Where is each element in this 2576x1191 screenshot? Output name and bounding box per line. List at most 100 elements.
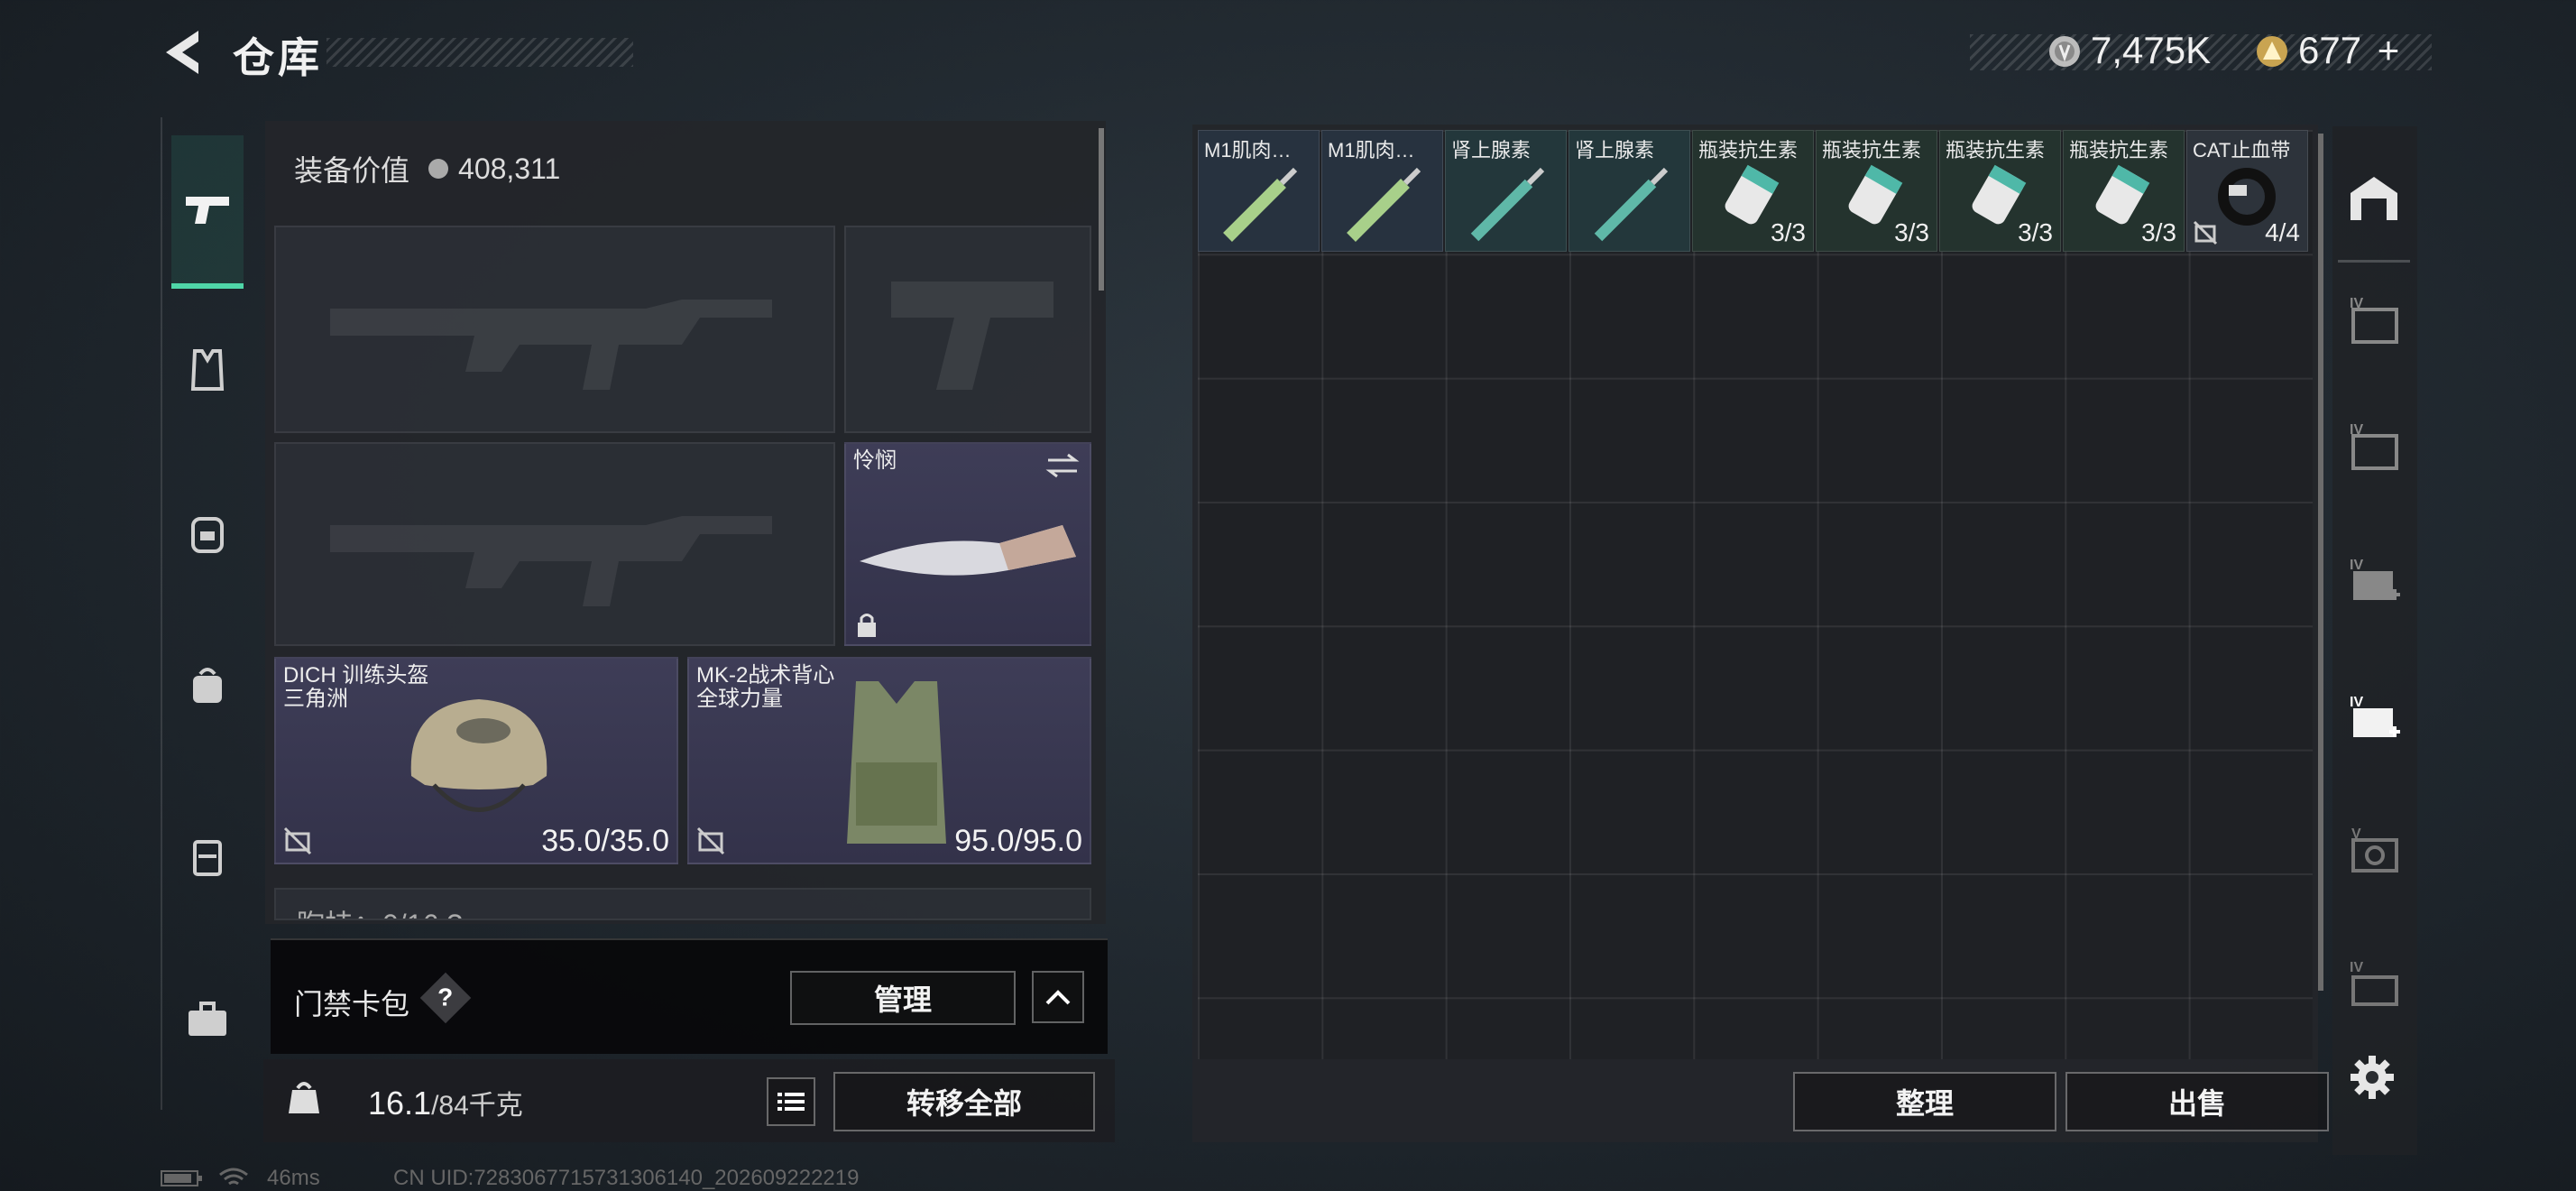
svg-text:IV: IV — [2350, 960, 2363, 975]
add-currency-button[interactable]: + — [2378, 29, 2400, 71]
svg-text:V: V — [2351, 826, 2361, 842]
helmet-durability: 35.0/35.0 — [541, 824, 669, 858]
nav-weapons[interactable] — [171, 135, 244, 289]
inventory-item[interactable]: 瓶装抗生素 3/3 — [2063, 130, 2185, 252]
nav-toolbox[interactable] — [171, 983, 244, 1056]
secondary-weapon-slot[interactable] — [844, 226, 1091, 433]
container-tab-6[interactable]: IV — [2338, 944, 2410, 1025]
bag-icon — [193, 668, 222, 703]
container-6-icon: IV — [2350, 960, 2398, 1006]
container-tab-1[interactable]: IV — [2338, 280, 2410, 361]
inventory-item[interactable]: 瓶装抗生素 3/3 — [1816, 130, 1937, 252]
container-4-icon: IV — [2350, 695, 2400, 737]
helmet-faction: 三角洲 — [283, 687, 348, 711]
inventory-item[interactable]: M1肌肉… — [1198, 130, 1320, 252]
inventory-item[interactable]: 瓶装抗生素 3/3 — [1939, 130, 2061, 252]
inventory-item[interactable]: M1肌肉… — [1321, 130, 1443, 252]
chevron-up-icon — [1045, 990, 1071, 1005]
weight-current: 16.1 — [368, 1085, 432, 1122]
no-insure-icon — [283, 826, 312, 855]
pill-bottle-icon — [2095, 164, 2150, 225]
container-tab-4[interactable]: IV — [2338, 679, 2410, 760]
adrenaline-icon — [1470, 167, 1545, 242]
item-count: 3/3 — [1771, 218, 1806, 246]
sell-button[interactable]: 出售 — [2065, 1072, 2329, 1131]
back-arrow-icon[interactable] — [159, 27, 207, 78]
primary-weapon-slot[interactable] — [274, 226, 835, 433]
vest-name: MK-2战术背心 — [696, 663, 835, 688]
inventory-scrollbar[interactable] — [2318, 134, 2323, 991]
no-insure-icon — [2193, 220, 2218, 245]
inventory-grid — [1198, 130, 2313, 1059]
help-glyph: ? — [437, 983, 454, 1011]
settings-button[interactable] — [2349, 1054, 2396, 1105]
vest-faction: 全球力量 — [696, 687, 783, 711]
vest-durability: 95.0/95.0 — [954, 824, 1082, 858]
panel-scrollbar[interactable] — [1099, 128, 1104, 291]
helmet-name: DICH 训练头盔 — [283, 663, 429, 688]
manage-button[interactable]: 管理 — [790, 971, 1016, 1025]
item-name: 瓶装抗生素 — [1698, 139, 1799, 162]
ping-readout: 46ms — [267, 1166, 320, 1190]
equipment-sidenav — [161, 117, 251, 1110]
currency-gold-value: 677 — [2298, 29, 2362, 71]
pistol-icon — [186, 197, 229, 224]
chest-rig-label: 胸挂：0/16 ? — [296, 902, 463, 919]
wifi-icon — [218, 1166, 249, 1191]
gear-icon — [2351, 1056, 2394, 1099]
container-2-icon: IV — [2350, 422, 2398, 470]
equipment-value: 装备价值 408,311 — [294, 148, 560, 189]
item-name: 瓶装抗生素 — [1822, 139, 1922, 162]
knife-icon — [860, 525, 1076, 576]
nav-armor[interactable] — [171, 334, 244, 406]
helmet-slot[interactable]: DICH 训练头盔 三角洲 35.0/35.0 — [274, 657, 678, 864]
nav-backpack[interactable] — [171, 496, 244, 568]
vest-slot[interactable]: MK-2战术背心 全球力量 95.0/95.0 — [687, 657, 1091, 864]
no-insure-icon — [696, 826, 725, 855]
container-tab-5[interactable]: V — [2338, 810, 2410, 891]
helmet-icon — [410, 699, 547, 812]
svg-text:IV: IV — [2350, 695, 2363, 710]
inventory-item[interactable]: CAT止血带 4/4 — [2186, 130, 2308, 252]
uid-readout: CN UID:7283067715731306140_202609222219 — [393, 1166, 860, 1190]
case-icon — [193, 840, 222, 876]
syringe-icon — [1347, 167, 1421, 242]
backpack-icon — [191, 517, 224, 553]
nav-bag[interactable] — [171, 650, 244, 722]
svg-text:IV: IV — [2350, 296, 2363, 311]
item-count: 3/3 — [1894, 218, 1929, 246]
warehouse-tab[interactable] — [2338, 158, 2410, 239]
collapse-button[interactable] — [1032, 971, 1084, 1023]
melee-slot[interactable]: 怜悯 — [844, 442, 1091, 646]
item-name: M1肌肉… — [1328, 139, 1415, 162]
inventory-item[interactable]: 肾上腺素 — [1569, 130, 1690, 252]
currency-gold: 677 + — [2298, 29, 2399, 72]
inventory-item[interactable]: 瓶装抗生素 3/3 — [1692, 130, 1814, 252]
adrenaline-icon — [1594, 167, 1669, 242]
item-name: 瓶装抗生素 — [1946, 139, 2046, 162]
gold-coin-icon — [2255, 34, 2289, 69]
weight-readout: 16.1/84千克 — [368, 1083, 523, 1122]
transfer-all-button[interactable]: 转移全部 — [833, 1072, 1095, 1131]
item-name: 瓶装抗生素 — [2069, 139, 2169, 162]
warehouse-icon — [2351, 177, 2397, 220]
list-view-button[interactable] — [767, 1077, 815, 1126]
container-tab-3[interactable]: IV — [2338, 541, 2410, 623]
title-decoration — [327, 38, 633, 67]
item-name: CAT止血带 — [2193, 139, 2291, 162]
tertiary-weapon-slot[interactable] — [274, 442, 835, 646]
pistol-silhouette-icon — [891, 282, 1053, 390]
list-icon — [777, 1093, 805, 1111]
inventory-item[interactable]: 肾上腺素 — [1445, 130, 1567, 252]
nav-case[interactable] — [171, 821, 244, 893]
chest-rig-row[interactable]: 胸挂：0/16 ? — [274, 888, 1091, 920]
lock-icon — [858, 614, 876, 637]
swap-icon[interactable] — [1044, 451, 1081, 480]
rifle-silhouette-icon — [330, 300, 772, 390]
weight-max: /84千克 — [431, 1091, 523, 1121]
vest-icon — [190, 349, 225, 391]
container-tab-2[interactable]: IV — [2338, 406, 2410, 487]
pill-bottle-icon — [1848, 164, 1903, 225]
tabs-separator — [2338, 260, 2410, 263]
sort-button[interactable]: 整理 — [1793, 1072, 2056, 1131]
